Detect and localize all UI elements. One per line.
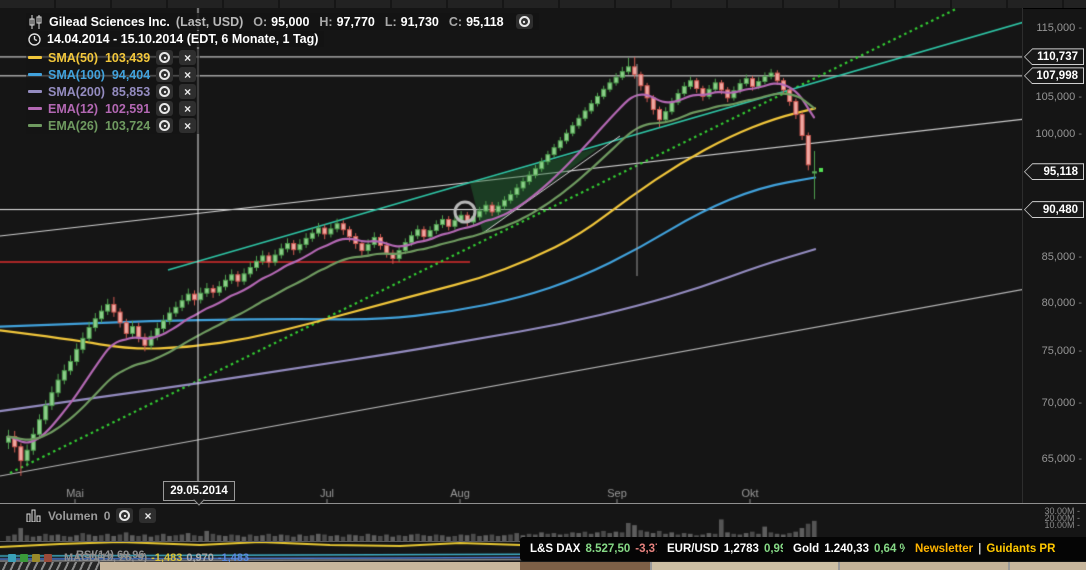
sma50-settings-button[interactable] [156, 50, 173, 65]
newsletter-link[interactable]: Newsletter [915, 543, 973, 555]
sma200-color-dash [28, 90, 42, 93]
charting-app: Gilead Sciences Inc. (Last, USD) O:95,00… [0, 0, 1086, 570]
guidants-promo-link[interactable]: Guidants PR [986, 543, 1055, 555]
sma100-remove-button[interactable]: × [179, 67, 196, 82]
legend-row-ema12[interactable]: EMA(12) 102,591 × [26, 100, 200, 117]
sma200-label: SMA(200) 85,853 [48, 85, 150, 99]
macd-color-chip [32, 554, 40, 562]
gear-icon [159, 86, 170, 97]
gear-icon [159, 103, 170, 114]
widget-photo-fragment [520, 562, 650, 570]
date-range-row: 14.04.2014 - 15.10.2014 (EDT, 6 Monate, … [26, 31, 324, 47]
close-value: 95,118 [466, 15, 504, 29]
resize-grip-icon[interactable] [0, 562, 100, 570]
ema26-label: EMA(26) 103,724 [48, 119, 150, 133]
gear-icon [159, 52, 170, 63]
legend-row-sma100[interactable]: SMA(100) 94,404 × [26, 66, 200, 83]
indicator-legend: SMA(50) 103,439 × SMA(100) 94,404 × SMA(… [26, 49, 200, 134]
quote-type: (Last, USD) [176, 15, 243, 29]
ema12-label: EMA(12) 102,591 [48, 102, 150, 116]
price-tag: 90,480 [1024, 201, 1084, 218]
y-axis-tick: 65,000 - [1022, 453, 1082, 465]
high-value: 97,770 [337, 15, 375, 29]
bar-chart-icon [26, 509, 42, 522]
candlestick-icon [28, 15, 43, 29]
gear-icon [119, 510, 130, 521]
widget-fragment [652, 562, 838, 570]
ohlc-values: O:95,000 H:97,770 L:91,730 C:95,118 [253, 15, 509, 29]
volume-value: 0 [104, 509, 111, 523]
ticker-value: 1.240,33 [824, 543, 869, 555]
instrument-title: Gilead Sciences Inc. [49, 15, 170, 29]
volume-label: Volumen [48, 509, 98, 523]
y-axis-tick: 75,000 - [1022, 345, 1082, 357]
chart-header: Gilead Sciences Inc. (Last, USD) O:95,00… [26, 13, 539, 30]
ticker-symbol: L&S DAX [530, 543, 580, 555]
sma100-settings-button[interactable] [156, 67, 173, 82]
ema26-settings-button[interactable] [156, 118, 173, 133]
volume-axis-label: 10.00M - [1022, 522, 1080, 529]
sma50-label: SMA(50) 103,439 [48, 51, 150, 65]
y-axis-tick: 70,000 - [1022, 397, 1082, 409]
ticker-symbol: EUR/USD [667, 543, 719, 555]
close-icon: × [184, 103, 191, 115]
widget-fragment [840, 562, 1008, 570]
sma50-color-dash [28, 56, 42, 59]
price-tag: 107,998 [1024, 67, 1084, 84]
price-tag: 110,737 [1024, 48, 1084, 65]
gear-icon [519, 16, 530, 27]
ema26-color-dash [28, 124, 42, 127]
bottom-widget-strip [0, 562, 1086, 570]
sma200-settings-button[interactable] [156, 84, 173, 99]
macd-color-chip [44, 554, 52, 562]
gear-icon [159, 120, 170, 131]
close-icon: × [184, 86, 191, 98]
chart-settings-button[interactable] [516, 14, 533, 29]
volume-remove-button[interactable]: × [139, 508, 156, 523]
sma100-color-dash [28, 73, 42, 76]
close-icon: × [184, 120, 191, 132]
x-axis-line [0, 503, 1086, 504]
sma50-remove-button[interactable]: × [179, 50, 196, 65]
y-axis-tick: 115,000 - [1022, 22, 1082, 34]
close-icon: × [184, 69, 191, 81]
volume-header: Volumen 0 × [26, 508, 156, 523]
close-icon: × [144, 510, 151, 522]
ticker-symbol: Gold [793, 543, 819, 555]
sma100-label: SMA(100) 94,404 [48, 68, 150, 82]
ticker-ls-dax[interactable]: L&S DAX 8.527,50 -3,37 % [520, 537, 662, 561]
y-axis-tick: 105,000 - [1022, 91, 1082, 103]
open-value: 95,000 [271, 15, 309, 29]
legend-row-sma200[interactable]: SMA(200) 85,853 × [26, 83, 200, 100]
y-axis-tick: 100,000 - [1022, 128, 1082, 140]
link-separator: | [978, 543, 981, 555]
ticker-value: 1,2783 [724, 543, 759, 555]
volume-settings-button[interactable] [116, 508, 133, 523]
window-border [838, 562, 840, 570]
gear-icon [159, 69, 170, 80]
date-range: 14.04.2014 - 15.10.2014 (EDT, 6 Monate, … [47, 32, 318, 46]
low-value: 91,730 [401, 15, 439, 29]
ema12-remove-button[interactable]: × [179, 101, 196, 116]
window-border [1008, 562, 1010, 570]
legend-row-sma50[interactable]: SMA(50) 103,439 × [26, 49, 200, 66]
y-axis-tick: 80,000 - [1022, 297, 1082, 309]
footer-links-bar: Newsletter | Guidants PR [905, 537, 1086, 561]
window-border [650, 562, 652, 570]
close-icon: × [184, 52, 191, 64]
macd-color-chip [8, 554, 16, 562]
ema12-color-dash [28, 107, 42, 110]
ema12-settings-button[interactable] [156, 101, 173, 116]
ticker-value: 8.527,50 [585, 543, 630, 555]
crosshair-date-label: 29.05.2014 [163, 481, 235, 501]
clock-icon [28, 33, 41, 46]
ticker-gold[interactable]: Gold 1.240,33 0,64 % [783, 537, 911, 561]
macd-color-chip [20, 554, 28, 562]
sma200-remove-button[interactable]: × [179, 84, 196, 99]
legend-row-ema26[interactable]: EMA(26) 103,724 × [26, 117, 200, 134]
ema26-remove-button[interactable]: × [179, 118, 196, 133]
ticker-eurusd[interactable]: EUR/USD 1,2783 0,99 % [657, 537, 795, 561]
y-axis-tick: 85,000 - [1022, 251, 1082, 263]
price-tag: 95,118 [1024, 163, 1084, 180]
